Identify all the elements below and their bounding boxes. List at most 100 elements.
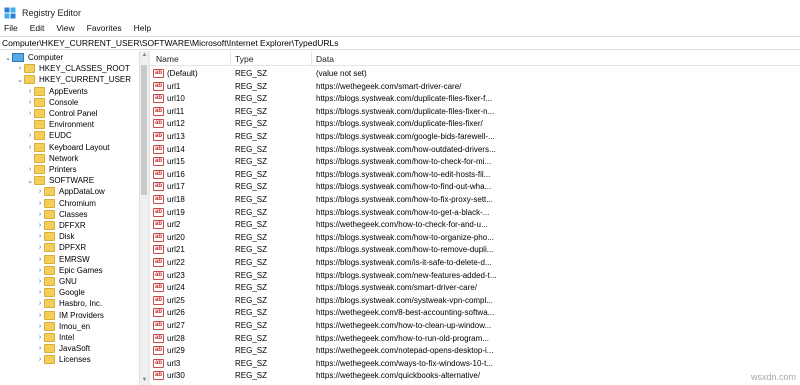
expanded-chevron-icon[interactable]: ⌄ bbox=[4, 52, 12, 63]
tree-item-label: Control Panel bbox=[49, 109, 98, 118]
value-row[interactable]: ab url14 REG_SZ https://blogs.systweak.com/… bbox=[150, 144, 800, 156]
tree-item[interactable]: › HKEY_CLASSES_ROOT bbox=[16, 63, 130, 74]
tree-item[interactable]: › Epic Games bbox=[36, 265, 103, 276]
collapsed-chevron-icon[interactable]: › bbox=[36, 276, 44, 287]
value-row[interactable]: ab url19 REG_SZ https://blogs.systweak.com/… bbox=[150, 207, 800, 219]
value-row[interactable]: ab url2 REG_SZ https://wethegeek.com/how-to… bbox=[150, 219, 800, 231]
tree-item[interactable]: › DFFXR bbox=[36, 220, 86, 231]
tree-item[interactable]: › Imou_en bbox=[36, 321, 90, 332]
tree-item[interactable]: › AppEvents bbox=[26, 86, 88, 97]
collapsed-chevron-icon[interactable]: › bbox=[36, 265, 44, 276]
tree-item[interactable]: › Control Panel bbox=[26, 108, 97, 119]
tree-item[interactable]: › JavaSoft bbox=[36, 343, 90, 354]
value-row[interactable]: ab url27 REG_SZ https://wethegeek.com/how-t… bbox=[150, 320, 800, 332]
tree-item[interactable]: › GNU bbox=[36, 276, 77, 287]
collapsed-chevron-icon[interactable]: › bbox=[36, 209, 44, 220]
value-row[interactable]: ab url26 REG_SZ https://wethegeek.com/8-bes… bbox=[150, 307, 800, 319]
value-row[interactable]: ab url12 REG_SZ https://blogs.systweak.com/… bbox=[150, 118, 800, 130]
tree-item[interactable]: › AppDataLow bbox=[36, 186, 105, 197]
collapsed-chevron-icon[interactable]: › bbox=[36, 321, 44, 332]
value-row[interactable]: ab url17 REG_SZ https://blogs.systweak.com/… bbox=[150, 181, 800, 193]
tree-item[interactable]: › EMRSW bbox=[36, 254, 90, 265]
value-row[interactable]: ab url29 REG_SZ https://wethegeek.com/notep… bbox=[150, 345, 800, 357]
expanded-chevron-icon[interactable]: ⌄ bbox=[26, 175, 34, 186]
tree-item[interactable]: › Disk bbox=[36, 231, 75, 242]
scroll-thumb[interactable] bbox=[141, 65, 147, 195]
value-row[interactable]: ab url24 REG_SZ https://blogs.systweak.com/… bbox=[150, 282, 800, 294]
value-row[interactable]: ab url21 REG_SZ https://blogs.systweak.com/… bbox=[150, 244, 800, 256]
collapsed-chevron-icon[interactable] bbox=[26, 119, 34, 130]
tree-item[interactable]: ⌄ SOFTWARE bbox=[26, 175, 94, 186]
collapsed-chevron-icon[interactable]: › bbox=[36, 343, 44, 354]
tree-item[interactable]: › DPFXR bbox=[36, 242, 86, 253]
tree-item[interactable]: › Chromium bbox=[36, 198, 96, 209]
value-type: REG_SZ bbox=[235, 270, 268, 280]
expanded-chevron-icon[interactable]: ⌄ bbox=[16, 74, 24, 85]
collapsed-chevron-icon[interactable]: › bbox=[26, 86, 34, 97]
collapsed-chevron-icon[interactable]: › bbox=[26, 142, 34, 153]
value-row[interactable]: ab url23 REG_SZ https://blogs.systweak.com/… bbox=[150, 270, 800, 282]
collapsed-chevron-icon[interactable]: › bbox=[26, 164, 34, 175]
value-row[interactable]: ab url1 REG_SZ https://wethegeek.com/smart-… bbox=[150, 81, 800, 93]
collapsed-chevron-icon[interactable]: › bbox=[36, 287, 44, 298]
collapsed-chevron-icon[interactable]: › bbox=[36, 231, 44, 242]
collapsed-chevron-icon[interactable]: › bbox=[26, 130, 34, 141]
value-row[interactable]: ab url13 REG_SZ https://blogs.systweak.com/… bbox=[150, 131, 800, 143]
string-value-icon: ab bbox=[153, 132, 164, 141]
collapsed-chevron-icon[interactable]: › bbox=[36, 354, 44, 365]
value-row[interactable]: ab url10 REG_SZ https://blogs.systweak.com/… bbox=[150, 93, 800, 105]
value-row[interactable]: ab url3 REG_SZ https://wethegeek.com/ways-t… bbox=[150, 358, 800, 370]
value-row[interactable]: ab url16 REG_SZ https://blogs.systweak.com/… bbox=[150, 169, 800, 181]
column-resize-handle[interactable] bbox=[230, 51, 231, 66]
column-resize-handle[interactable] bbox=[311, 51, 312, 66]
tree-item[interactable]: › Classes bbox=[36, 209, 87, 220]
value-row[interactable]: ab url22 REG_SZ https://blogs.systweak.com/… bbox=[150, 257, 800, 269]
collapsed-chevron-icon[interactable]: › bbox=[36, 198, 44, 209]
collapsed-chevron-icon[interactable]: › bbox=[36, 254, 44, 265]
value-row[interactable]: ab url25 REG_SZ https://blogs.systweak.com/… bbox=[150, 295, 800, 307]
collapsed-chevron-icon[interactable]: › bbox=[36, 242, 44, 253]
menu-file[interactable]: File bbox=[0, 23, 24, 33]
column-header-type[interactable]: Type bbox=[235, 54, 253, 64]
collapsed-chevron-icon[interactable]: › bbox=[36, 310, 44, 321]
column-header-name[interactable]: Name bbox=[156, 54, 179, 64]
collapsed-chevron-icon[interactable]: › bbox=[26, 97, 34, 108]
tree-item[interactable]: ⌄ Computer bbox=[4, 52, 63, 63]
tree-item[interactable]: › Keyboard Layout bbox=[26, 142, 110, 153]
collapsed-chevron-icon[interactable]: › bbox=[36, 298, 44, 309]
value-row[interactable]: ab url11 REG_SZ https://blogs.systweak.com/… bbox=[150, 106, 800, 118]
tree-item[interactable]: › Google bbox=[36, 287, 85, 298]
tree-item[interactable]: ⌄ HKEY_CURRENT_USER bbox=[16, 74, 131, 85]
tree-item[interactable]: › Licenses bbox=[36, 354, 91, 365]
value-row[interactable]: ab url15 REG_SZ https://blogs.systweak.com/… bbox=[150, 156, 800, 168]
menu-favorites[interactable]: Favorites bbox=[81, 23, 128, 33]
tree-scrollbar[interactable]: ▲ ▼ bbox=[139, 51, 148, 385]
value-name: url2 bbox=[167, 220, 181, 230]
collapsed-chevron-icon[interactable] bbox=[26, 153, 34, 164]
tree-item[interactable]: › IM Providers bbox=[36, 310, 104, 321]
collapsed-chevron-icon[interactable]: › bbox=[36, 220, 44, 231]
value-row[interactable]: ab (Default) REG_SZ (value not set) bbox=[150, 68, 800, 80]
menu-edit[interactable]: Edit bbox=[24, 23, 51, 33]
tree-item[interactable]: › EUDC bbox=[26, 130, 72, 141]
column-header-data[interactable]: Data bbox=[316, 54, 334, 64]
value-row[interactable]: ab url20 REG_SZ https://blogs.systweak.com/… bbox=[150, 232, 800, 244]
tree-item[interactable]: › Intel bbox=[36, 332, 74, 343]
value-row[interactable]: ab url30 REG_SZ https://wethegeek.com/quick… bbox=[150, 370, 800, 382]
tree-item-label: Classes bbox=[59, 209, 88, 219]
tree-item[interactable]: Environment bbox=[26, 119, 94, 130]
value-row[interactable]: ab url28 REG_SZ https://wethegeek.com/how-t… bbox=[150, 333, 800, 345]
menu-help[interactable]: Help bbox=[128, 23, 157, 33]
tree-item[interactable]: › Printers bbox=[26, 164, 77, 175]
value-row[interactable]: ab url18 REG_SZ https://blogs.systweak.com/… bbox=[150, 194, 800, 206]
tree-item[interactable]: › Console bbox=[26, 97, 78, 108]
value-data: https://blogs.systweak.com/how-to-check-… bbox=[316, 157, 492, 167]
collapsed-chevron-icon[interactable]: › bbox=[36, 332, 44, 343]
menu-view[interactable]: View bbox=[50, 23, 80, 33]
collapsed-chevron-icon[interactable]: › bbox=[36, 186, 44, 197]
tree-item[interactable]: Network bbox=[26, 153, 78, 164]
address-bar[interactable]: Computer\HKEY_CURRENT_USER\SOFTWARE\Micr… bbox=[0, 36, 800, 50]
tree-item[interactable]: › Hasbro, Inc. bbox=[36, 298, 102, 309]
collapsed-chevron-icon[interactable]: › bbox=[16, 63, 24, 74]
collapsed-chevron-icon[interactable]: › bbox=[26, 108, 34, 119]
